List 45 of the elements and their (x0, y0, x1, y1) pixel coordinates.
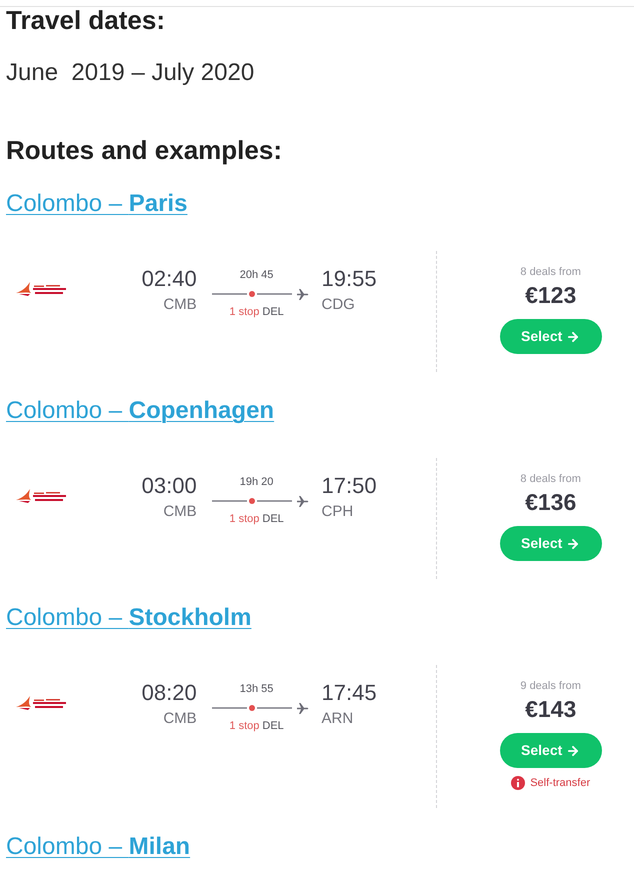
route-link[interactable]: Colombo – Stockholm (6, 604, 252, 632)
stop-count: 1 stop (229, 512, 260, 526)
departure-time: 02:40 (142, 266, 197, 292)
arrival-airport: CDG (322, 296, 355, 314)
deals-count: 8 deals from (520, 472, 581, 486)
flight-duration: 19h 20 (240, 475, 274, 489)
departure-airport: CMB (163, 710, 197, 728)
route-link[interactable]: Colombo – Milan (6, 833, 190, 861)
departure-time: 03:00 (142, 473, 197, 499)
price: €143 (525, 696, 576, 722)
airline-logo-icon (16, 282, 68, 298)
arrival-airport: CPH (322, 503, 354, 521)
section-heading: Routes and examples: (6, 135, 283, 165)
departure-time: 08:20 (142, 680, 197, 706)
stop-airport: DEL (262, 512, 284, 526)
airplane-icon (297, 496, 310, 506)
departure-airport: CMB (163, 296, 197, 314)
stop-count: 1 stop (229, 305, 260, 319)
arrival-time: 19:55 (322, 266, 377, 292)
travel-dates-range: June 2019 – July 2020 (6, 59, 256, 87)
airline-logo-icon (16, 696, 68, 712)
stop-airport: DEL (262, 305, 284, 319)
airplane-icon (297, 702, 310, 714)
price: €136 (525, 489, 576, 515)
arrival-airport: ARN (322, 710, 354, 728)
airline-logo-icon (16, 489, 68, 505)
departure-airport: CMB (163, 503, 197, 521)
deals-count: 8 deals from (520, 265, 581, 279)
stop-count: 1 stop (229, 719, 260, 733)
info-icon (511, 776, 526, 790)
self-transfer-note: Self-transfer (530, 776, 590, 790)
arrival-time: 17:50 (322, 473, 377, 499)
flight-duration: 20h 45 (240, 268, 274, 282)
select-button[interactable]: Select (500, 733, 602, 768)
route-link[interactable]: Colombo – Paris (6, 190, 188, 218)
airplane-icon (297, 288, 310, 300)
arrival-time: 17:45 (322, 680, 377, 706)
price: €123 (525, 282, 576, 308)
select-button[interactable]: Select (500, 526, 602, 561)
deals-count: 9 deals from (520, 679, 581, 693)
select-button[interactable]: Select (500, 319, 602, 354)
section-heading: Travel dates: (6, 7, 166, 33)
flight-duration: 13h 55 (240, 682, 274, 696)
stop-airport: DEL (262, 719, 284, 733)
route-link[interactable]: Colombo – Copenhagen (6, 397, 274, 425)
